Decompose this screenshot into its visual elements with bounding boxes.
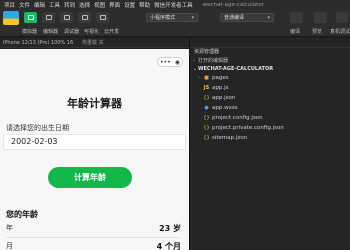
menu-help[interactable]: 帮助	[139, 1, 150, 9]
compile-select-value: 普通编译	[224, 15, 245, 21]
birth-date-label: 请选择您的出生日期	[6, 124, 69, 132]
layout-icon	[81, 15, 88, 20]
bug-icon	[63, 15, 70, 20]
compile-button[interactable]	[290, 12, 303, 23]
tree-item-pages[interactable]: › ■ pages	[190, 73, 350, 83]
menu-project[interactable]: 项目	[4, 1, 15, 9]
capsule-menu[interactable]: ••• ◉	[157, 57, 183, 67]
compile-label: 编译	[290, 29, 301, 35]
simulator-toggle-button[interactable]	[24, 12, 37, 23]
label-editor: 编辑器	[43, 29, 59, 35]
tree-item-project-private-config[interactable]: {} project.private.config.json	[190, 123, 350, 133]
file-name: app.json	[212, 95, 236, 101]
menu-goto[interactable]: 转到	[64, 1, 75, 9]
project-name: WECHAT-AGE-CALCULATOR	[198, 66, 274, 72]
divider	[6, 237, 181, 238]
label-cloud: 云开发	[104, 29, 120, 35]
label-simulator: 模拟器	[22, 29, 38, 35]
file-name: sitemap.json	[212, 135, 248, 141]
menu-view[interactable]: 视图	[94, 1, 105, 9]
years-label: 年	[6, 224, 13, 232]
compile-select[interactable]: 普通编译 ▾	[220, 13, 274, 22]
visual-toggle-button[interactable]	[78, 12, 91, 23]
tree-item-app-wxss[interactable]: ● app.wxss	[190, 103, 350, 113]
preview-label: 预览	[312, 29, 323, 35]
remote-debug-label: 真机调试	[330, 29, 350, 35]
menu-select[interactable]: 选择	[79, 1, 90, 9]
tree-item-sitemap[interactable]: {} sitemap.json	[190, 133, 350, 143]
avatar[interactable]	[3, 11, 19, 25]
file-name: project.private.config.json	[212, 125, 284, 131]
open-editors-label: 打开的编辑器	[198, 58, 229, 64]
folder-icon: ■	[204, 75, 209, 81]
project-section[interactable]: ⌄WECHAT-AGE-CALCULATOR	[190, 65, 350, 73]
tree-item-project-config[interactable]: {} project.config.json	[190, 113, 350, 123]
js-file-icon: JS	[203, 85, 210, 91]
menu-edit[interactable]: 编辑	[34, 1, 45, 9]
wxss-file-icon: ●	[204, 105, 209, 111]
menu-interface[interactable]: 界面	[109, 1, 120, 9]
explorer-header: 资源管理器	[194, 49, 220, 55]
json-file-icon: {}	[203, 125, 210, 131]
explorer-tabs	[190, 38, 350, 48]
file-name: app.js	[212, 85, 229, 91]
years-value: 23 岁	[159, 224, 181, 233]
code-icon	[45, 15, 52, 20]
file-tree: › ■ pages JS app.js {} app.json ● app.wxss {}…	[190, 73, 350, 143]
more-icon[interactable]: •••	[160, 59, 171, 66]
open-editors-section[interactable]: › 打开的编辑器	[190, 57, 350, 65]
menu-file[interactable]: 文件	[19, 1, 30, 9]
months-value: 4 个月	[156, 242, 181, 250]
mode-select-value: 小程序模式	[150, 15, 176, 21]
cloud-dev-button[interactable]	[96, 12, 109, 23]
menu-devtools[interactable]: 微信开发者工具	[154, 1, 193, 9]
editor-toggle-button[interactable]	[42, 12, 55, 23]
toolbar: 模拟器 编辑器 调试器 可视化 云开发 小程序模式 ▾ 普通编译 ▾ 编译 预览 真…	[0, 9, 350, 37]
months-label: 月	[6, 242, 13, 250]
chevron-down-icon: ▾	[191, 15, 194, 21]
menu-bar: 项目 文件 编辑 工具 转到 选择 视图 界面 设置 帮助 微信开发者工具 we…	[0, 0, 350, 9]
calculate-age-button[interactable]: 计算年龄	[48, 167, 132, 188]
debugger-toggle-button[interactable]	[60, 12, 73, 23]
mini-program-navbar: ••• ◉	[0, 56, 189, 68]
file-name: project.config.json	[212, 115, 263, 121]
page-title: 年龄计算器	[67, 97, 122, 110]
close-icon[interactable]: ◉	[175, 59, 180, 66]
phone-icon	[27, 15, 34, 20]
preview-button[interactable]	[314, 12, 327, 23]
result-row-years: 年 23 岁	[6, 223, 181, 235]
file-name: app.wxss	[212, 105, 238, 111]
result-heading: 您的年龄	[6, 210, 38, 219]
window-title: wechat-age-calculator	[202, 1, 264, 8]
birth-date-picker[interactable]: 2002-02-03	[3, 134, 186, 150]
label-debugger: 调试器	[64, 29, 80, 35]
simulator-screen: ••• ◉ 年龄计算器 请选择您的出生日期 2002-02-03 计算年龄 您的…	[0, 49, 189, 250]
json-file-icon: {}	[203, 135, 210, 141]
tree-item-app-json[interactable]: {} app.json	[190, 93, 350, 103]
result-row-months: 月 4 个月	[6, 241, 181, 250]
menu-settings[interactable]: 设置	[124, 1, 135, 9]
device-select[interactable]: iPhone 12/13 (Pro) 100% 16	[3, 40, 73, 46]
file-name: pages	[212, 75, 229, 81]
label-visual: 可视化	[84, 29, 100, 35]
explorer-panel: 资源管理器 › 打开的编辑器 ⌄WECHAT-AGE-CALCULATOR › ■ p…	[190, 38, 350, 250]
json-file-icon: {}	[203, 115, 210, 121]
tree-item-app-js[interactable]: JS app.js	[190, 83, 350, 93]
chevron-down-icon: ▾	[267, 15, 270, 21]
cloud-icon	[99, 15, 106, 20]
menu-tools[interactable]: 工具	[49, 1, 60, 9]
toolbar-labels: 模拟器 编辑器 调试器 可视化 云开发	[0, 28, 200, 36]
mode-select[interactable]: 小程序模式 ▾	[146, 13, 198, 22]
remote-debug-button[interactable]	[336, 12, 348, 23]
json-file-icon: {}	[203, 95, 210, 101]
hot-reload-toggle[interactable]: 热重载 关	[82, 38, 104, 48]
simulator-header: iPhone 12/13 (Pro) 100% 16 热重载 关	[0, 38, 189, 48]
